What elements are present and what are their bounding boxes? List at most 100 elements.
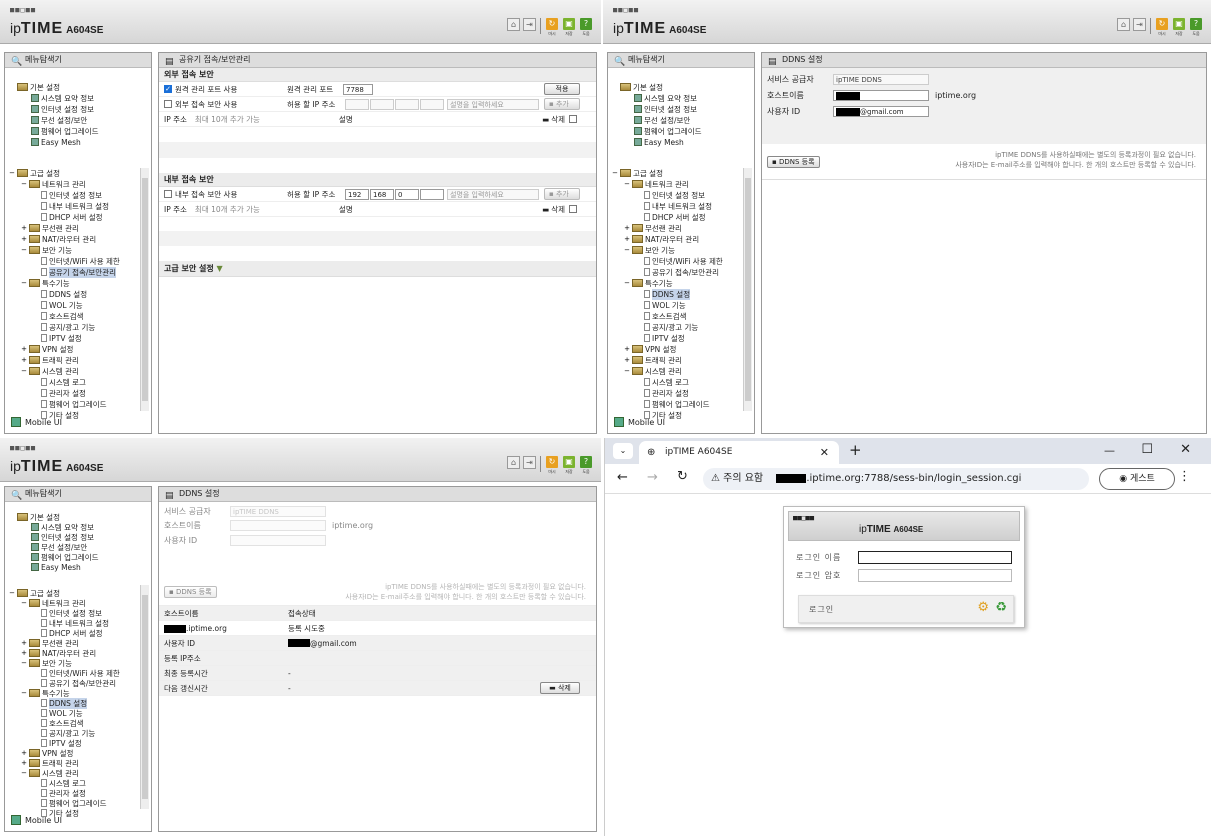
ip-octet-2[interactable]: 168 <box>370 188 394 200</box>
internal-access-checkbox[interactable] <box>164 190 172 198</box>
restart-button[interactable]: ↻ 마시 <box>545 18 559 37</box>
tree-item[interactable]: 펌웨어 업그레이드 <box>644 399 710 409</box>
tree-item[interactable]: 시스템 로그 <box>644 377 689 387</box>
restart-button[interactable]: ↻ 마시 <box>545 456 559 475</box>
tree-item[interactable]: 인터넷 설정 정보 <box>31 532 94 542</box>
close-window-button[interactable]: ✕ <box>1180 442 1191 457</box>
tree-item[interactable]: 시스템 로그 <box>41 778 86 788</box>
tree-vpn[interactable]: + VPN 설정 <box>624 344 676 354</box>
tree-item[interactable]: 관리자 설정 <box>41 788 86 798</box>
tree-item[interactable]: 무선 설정/보안 <box>31 542 87 552</box>
tree-special[interactable]: − 특수기능 <box>21 688 70 698</box>
tree-item[interactable]: 인터넷/WiFi 사용 제한 <box>41 256 120 266</box>
ip-octet-3[interactable]: 0 <box>395 188 419 200</box>
tree-item[interactable]: 펌웨어 업그레이드 <box>41 399 107 409</box>
tree-item[interactable]: IPTV 설정 <box>644 333 685 343</box>
select-all-checkbox[interactable] <box>569 115 577 123</box>
tree-item[interactable]: 인터넷 설정 정보 <box>41 608 102 618</box>
tree-item[interactable]: 펌웨어 업그레이드 <box>41 798 107 808</box>
tree-item-selected[interactable]: 공유기 접속/보안관리 <box>41 266 117 278</box>
delete-all-control[interactable]: ▬ 삭제 <box>542 114 580 125</box>
tree-traffic[interactable]: + 트래픽 관리 <box>624 355 682 365</box>
tree-item[interactable]: 시스템 요약 정보 <box>634 93 697 103</box>
tree-item[interactable]: 내부 네트워크 설정 <box>41 618 109 628</box>
tree-item[interactable]: 공지/광고 기능 <box>644 322 698 332</box>
new-tab-button[interactable]: + <box>849 441 862 459</box>
tree-advanced[interactable]: − 고급 설정 <box>9 168 60 178</box>
tree-item[interactable]: 인터넷/WiFi 사용 제한 <box>41 668 120 678</box>
tree-system[interactable]: − 시스템 관리 <box>21 768 79 778</box>
tree-nat[interactable]: + NAT/라우터 관리 <box>21 648 96 658</box>
minimize-button[interactable]: — <box>1104 444 1115 457</box>
tree-item[interactable]: 호스트검색 <box>644 311 687 321</box>
advanced-security-toggle[interactable]: 고급 보안 설정 ▼ <box>159 261 596 277</box>
recycle-icon[interactable]: ♻ <box>995 600 1007 615</box>
tree-basic[interactable]: 기본 설정 <box>17 512 60 522</box>
tree-item[interactable]: 시스템 요약 정보 <box>31 93 94 103</box>
save-button[interactable]: ▣ 저장 <box>562 18 576 37</box>
logout-icon[interactable]: ⇥ <box>523 18 536 31</box>
tree-item[interactable]: DHCP 서버 설정 <box>41 628 103 638</box>
restart-button[interactable]: ↻ 마시 <box>1155 18 1169 37</box>
tree-item[interactable]: 펌웨어 업그레이드 <box>31 126 99 136</box>
tree-network[interactable]: − 네트워크 관리 <box>21 179 86 189</box>
remote-port-checkbox[interactable]: ✓ <box>164 85 172 93</box>
home-icon[interactable]: ⌂ <box>1117 18 1130 31</box>
tree-vpn[interactable]: + VPN 설정 <box>21 344 73 354</box>
tree-network[interactable]: − 네트워크 관리 <box>21 598 86 608</box>
tree-wireless[interactable]: + 무선랜 관리 <box>624 223 682 233</box>
tree-nat[interactable]: + NAT/라우터 관리 <box>21 234 96 244</box>
ip-octet-1[interactable] <box>345 98 369 110</box>
tree-security[interactable]: − 보안 기능 <box>21 658 72 668</box>
tree-item[interactable]: DDNS 설정 <box>41 289 87 299</box>
url-bar[interactable]: ⚠ 주의 요함 .iptime.org:7788/sess-bin/login_… <box>703 468 1089 490</box>
tree-item[interactable]: 인터넷/WiFi 사용 제한 <box>644 256 723 266</box>
hostname-input[interactable] <box>833 89 929 101</box>
menu-scrollbar[interactable] <box>743 168 752 411</box>
tree-basic[interactable]: 기본 설정 <box>17 82 60 92</box>
ddns-register-button[interactable]: ▪ DDNS 등록 <box>767 156 820 168</box>
description-input[interactable]: 설명을 입력하세요 <box>447 188 539 200</box>
tree-item[interactable]: 공유기 접속/보안관리 <box>644 267 719 277</box>
tree-advanced[interactable]: − 고급 설정 <box>9 588 60 598</box>
tab-search-button[interactable]: ⌄ <box>613 443 633 459</box>
mobile-ui-link[interactable]: Mobile UI <box>614 417 665 427</box>
tree-item[interactable]: 무선 설정/보안 <box>31 115 87 125</box>
tree-item[interactable]: 호스트검색 <box>41 311 84 321</box>
tab-close-icon[interactable]: ✕ <box>820 441 829 464</box>
tree-item[interactable]: WOL 기능 <box>644 300 686 310</box>
tree-item[interactable]: 내부 네트워크 설정 <box>41 201 109 211</box>
tree-wireless[interactable]: + 무선랜 관리 <box>21 638 79 648</box>
tree-network[interactable]: − 네트워크 관리 <box>624 179 689 189</box>
tree-item[interactable]: 인터넷 설정 정보 <box>31 104 94 114</box>
save-button[interactable]: ▣ 저장 <box>1172 18 1186 37</box>
select-all-checkbox[interactable] <box>569 205 577 213</box>
tab-router[interactable]: ⊕ ipTIME A604SE ✕ <box>639 441 839 464</box>
help-button[interactable]: ? 도움 <box>1189 18 1203 37</box>
tree-basic[interactable]: 기본 설정 <box>620 82 663 92</box>
description-input[interactable]: 설명을 입력하세요 <box>447 98 539 110</box>
tree-item[interactable]: Easy Mesh <box>634 137 684 147</box>
tree-item[interactable]: IPTV 설정 <box>41 333 82 343</box>
help-button[interactable]: ? 도움 <box>579 18 593 37</box>
tree-traffic[interactable]: + 트래픽 관리 <box>21 758 79 768</box>
tree-item[interactable]: 공지/광고 기능 <box>41 322 95 332</box>
back-icon[interactable]: ← <box>617 470 628 485</box>
settings-gear-icon[interactable]: ⚙ <box>977 600 989 615</box>
tree-item[interactable]: 펌웨어 업그레이드 <box>634 126 702 136</box>
tree-security[interactable]: − 보안 기능 <box>21 245 72 255</box>
tree-item[interactable]: 시스템 로그 <box>41 377 86 387</box>
tree-nat[interactable]: + NAT/라우터 관리 <box>624 234 699 244</box>
tree-item[interactable]: 인터넷 설정 정보 <box>634 104 697 114</box>
tree-item[interactable]: 인터넷 설정 정보 <box>644 190 705 200</box>
add-button[interactable]: ▪ 추가 <box>544 188 580 200</box>
tree-item[interactable]: 관리자 설정 <box>644 388 689 398</box>
apply-button[interactable]: 적용 <box>544 83 580 95</box>
remote-port-input[interactable]: 7788 <box>343 83 373 95</box>
tree-traffic[interactable]: + 트래픽 관리 <box>21 355 79 365</box>
delete-button[interactable]: ▬ 삭제 <box>540 682 580 694</box>
tree-item[interactable]: WOL 기능 <box>41 708 83 718</box>
guest-profile-button[interactable]: ◉ 게스트 <box>1099 468 1175 490</box>
mobile-ui-link[interactable]: Mobile UI <box>11 417 62 427</box>
provider-field[interactable]: ipTIME DDNS <box>833 74 929 85</box>
